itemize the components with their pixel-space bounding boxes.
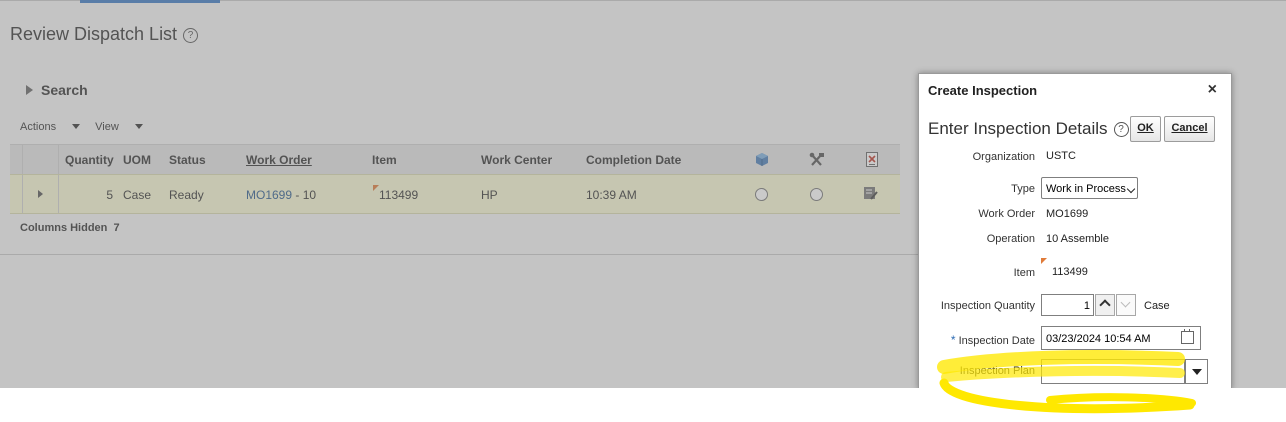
organization-label: Organization [972,151,1035,163]
organization-value: USTC [1046,150,1076,162]
item-attachment-flag-icon [1041,258,1047,264]
type-select-value: Work in Process [1046,183,1126,195]
item-value: 113499 [1052,266,1088,278]
quantity-decrement-button[interactable] [1116,294,1136,316]
chevron-up-icon [1099,299,1111,311]
inspection-date-value: 03/23/2024 10:54 AM [1046,333,1151,345]
help-icon[interactable]: ? [1113,122,1129,137]
cancel-button[interactable]: Cancel [1164,116,1215,142]
dialog-heading: Enter Inspection Details? [928,119,1129,139]
item-label: Item [1013,267,1035,279]
type-label: Type [1011,183,1035,195]
close-icon[interactable]: × [1208,81,1217,99]
operation-label: Operation [986,233,1035,245]
calendar-icon[interactable] [1181,329,1194,344]
inspection-quantity-input[interactable]: 1 [1041,294,1094,316]
dialog-heading-text: Enter Inspection Details [928,119,1108,138]
dialog-title: Create Inspection [928,83,1038,98]
chevron-down-icon [1126,184,1136,194]
ok-button[interactable]: OK [1130,116,1161,142]
create-inspection-dialog: Create Inspection × Enter Inspection Det… [918,73,1232,388]
work-order-value: MO1699 [1046,208,1089,220]
work-order-label: Work Order [978,208,1035,220]
operation-value: 10 Assemble [1046,233,1109,245]
quantity-increment-button[interactable] [1095,294,1115,316]
type-select[interactable]: Work in Process [1041,177,1138,199]
quantity-uom: Case [1144,300,1170,312]
app-window: Review Dispatch List? Search Actions Vie… [0,0,1286,388]
chevron-down-icon [1120,297,1131,308]
highlighter-annotation [937,350,1196,414]
inspection-quantity-label: Inspection Quantity [940,300,1035,312]
